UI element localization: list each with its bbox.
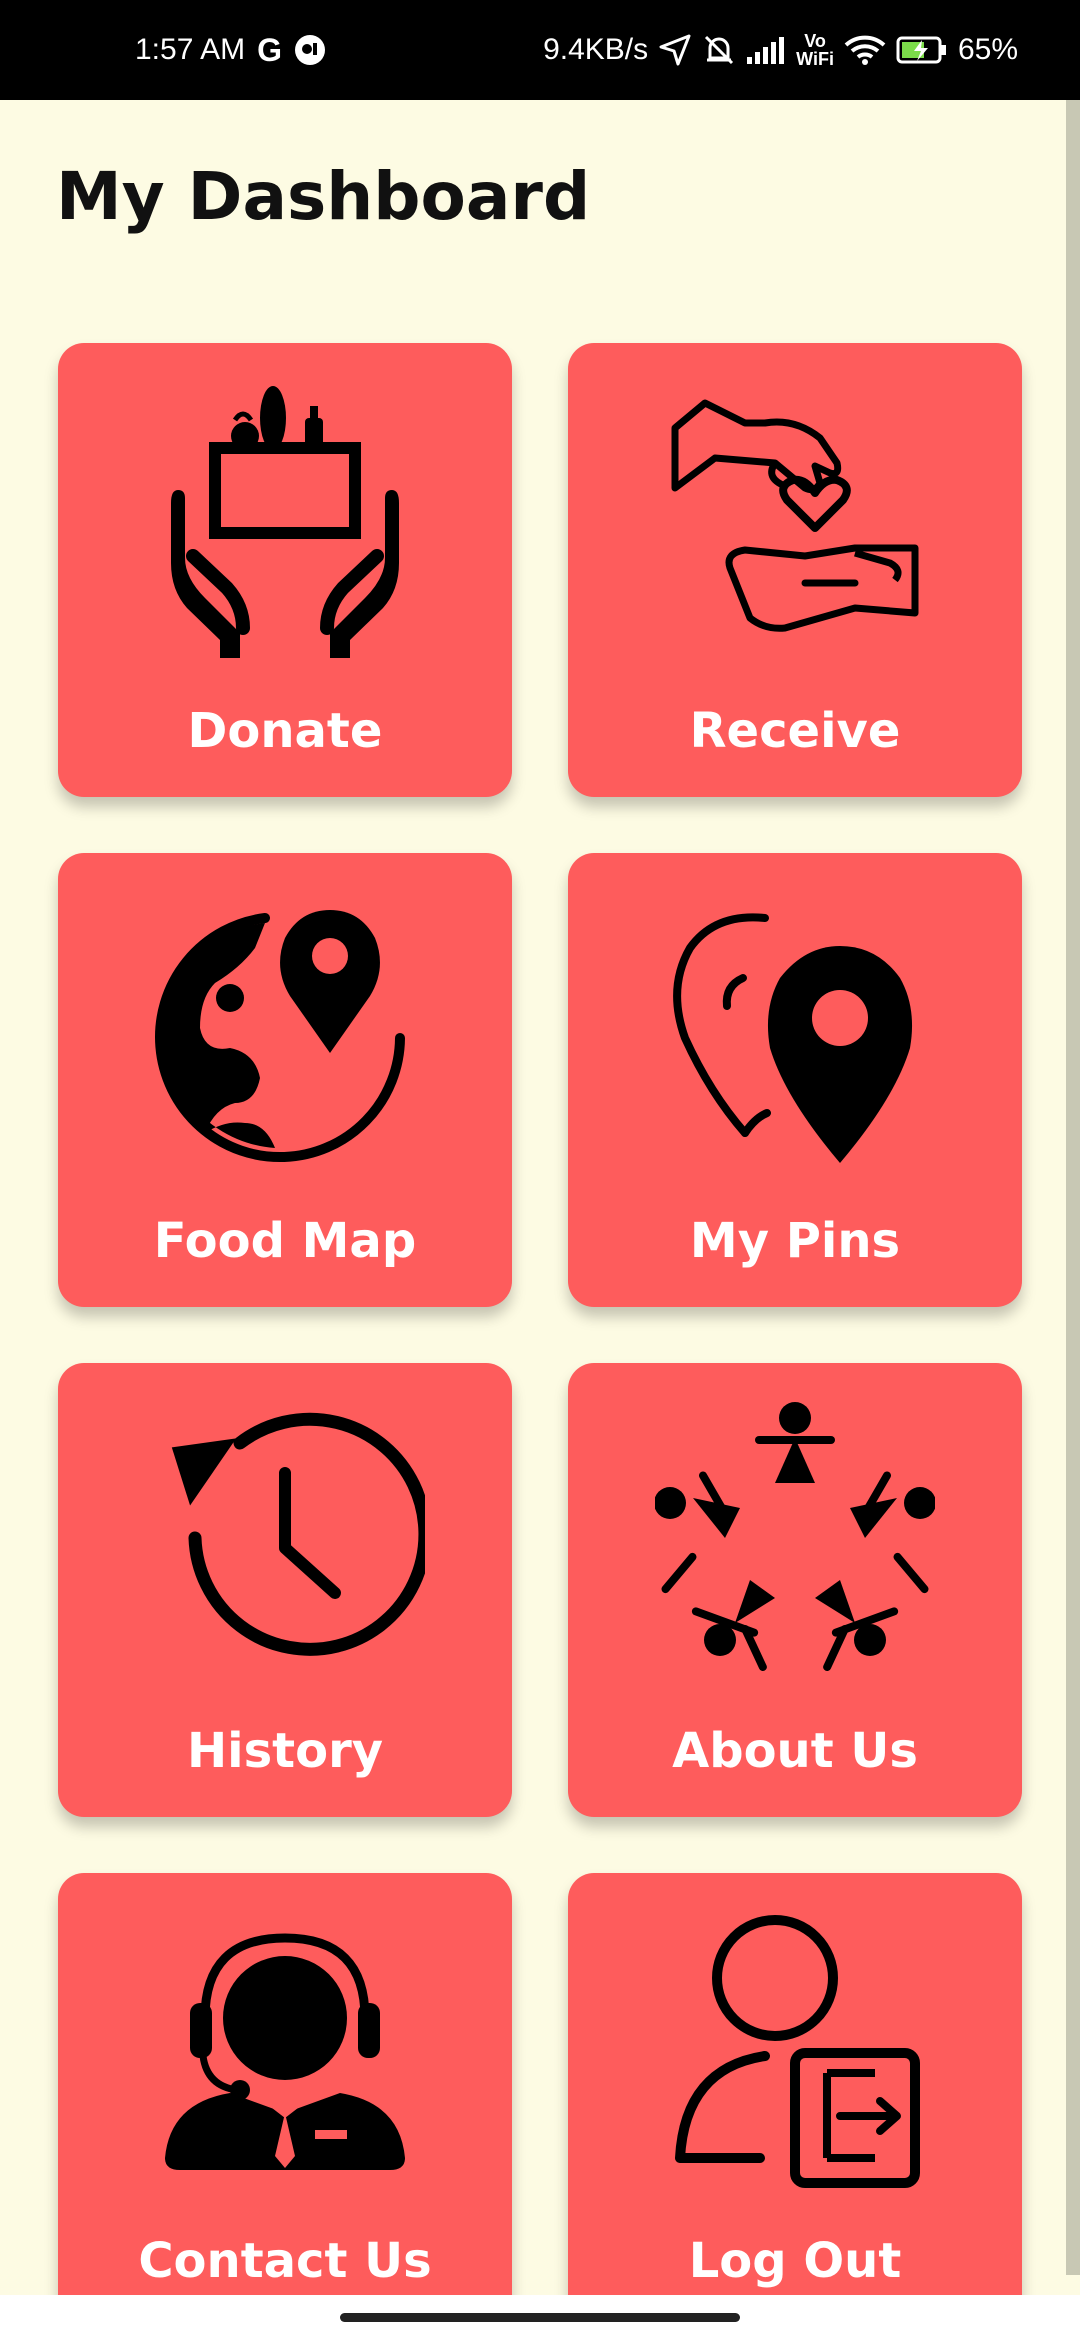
- tile-label: Contact Us: [138, 2233, 432, 2289]
- tile-label: Donate: [187, 703, 383, 759]
- people-circle-icon: [655, 1398, 935, 1678]
- history-clock-icon: [145, 1398, 425, 1678]
- globe-pin-icon: [145, 888, 425, 1168]
- tile-food-map[interactable]: Food Map: [58, 853, 512, 1307]
- dashboard-grid: Donate Receive Food Map My Pins History …: [0, 0, 1080, 2295]
- tile-log-out[interactable]: Log Out: [568, 1873, 1022, 2295]
- user-logout-icon: [655, 1908, 935, 2188]
- tile-label: History: [186, 1723, 384, 1779]
- map-pins-icon: [655, 888, 935, 1168]
- home-indicator[interactable]: [340, 2313, 740, 2322]
- donate-hands-box-icon: [145, 378, 425, 658]
- tile-label: Log Out: [688, 2233, 902, 2289]
- receive-hand-heart-icon: [655, 378, 935, 658]
- tile-label: My Pins: [689, 1213, 901, 1269]
- tile-donate[interactable]: Donate: [58, 343, 512, 797]
- tile-my-pins[interactable]: My Pins: [568, 853, 1022, 1307]
- support-agent-icon: [145, 1908, 425, 2188]
- tile-label: Food Map: [153, 1213, 417, 1269]
- tile-label: About Us: [672, 1723, 918, 1779]
- tile-about-us[interactable]: About Us: [568, 1363, 1022, 1817]
- tile-history[interactable]: History: [58, 1363, 512, 1817]
- tile-label: Receive: [689, 703, 901, 759]
- tile-receive[interactable]: Receive: [568, 343, 1022, 797]
- tile-contact-us[interactable]: Contact Us: [58, 1873, 512, 2295]
